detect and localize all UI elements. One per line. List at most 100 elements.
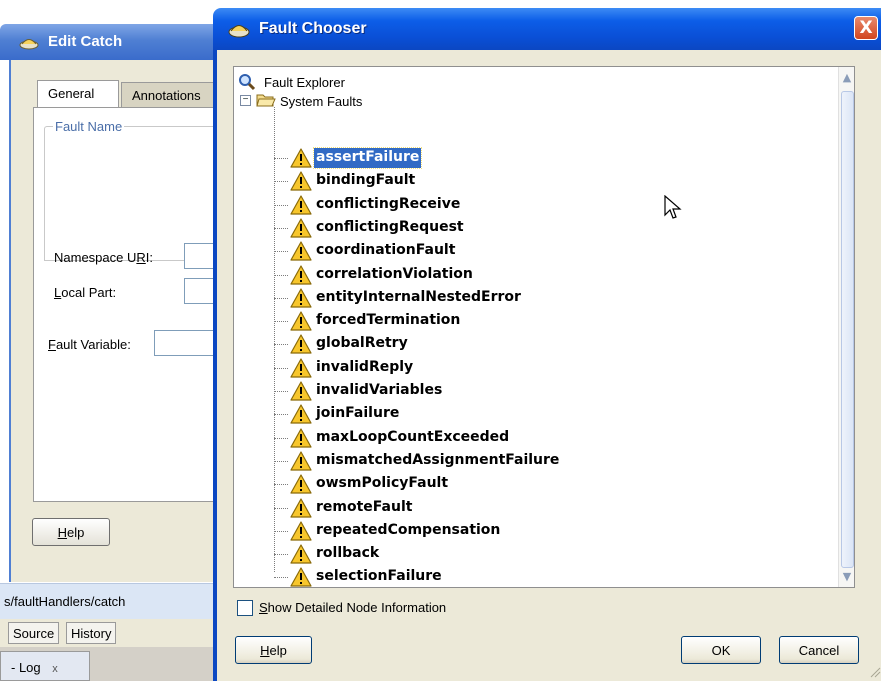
ok-button-label: OK <box>711 643 731 658</box>
tree-item-label: entityInternalNestedError <box>316 288 521 305</box>
warning-icon <box>290 474 312 494</box>
fault-variable-label-post: ault Variable: <box>55 337 131 352</box>
cancel-button-label: Cancel <box>798 643 840 658</box>
tree-guide-line <box>274 367 288 369</box>
warning-icon <box>290 497 312 518</box>
warning-icon <box>290 521 312 541</box>
edit-catch-body: General Annotations Fault Name Namespace… <box>9 60 234 582</box>
scrollbar-thumb[interactable] <box>841 91 854 568</box>
show-detail-text: how Detailed Node Information <box>267 600 447 615</box>
tree-item-label: joinFailure <box>316 405 400 422</box>
warning-icon <box>290 451 312 471</box>
warning-icon <box>290 218 312 238</box>
tab-source[interactable]: Source <box>8 622 60 644</box>
warning-icon <box>290 427 312 448</box>
fault-chooser-dialog: Fault Chooser X Fault Explorer − System … <box>213 8 881 681</box>
tree-item-label: remoteFault <box>316 498 413 515</box>
tree-guide-line <box>274 554 288 556</box>
tree-guide-line <box>274 158 288 159</box>
mouse-cursor-icon <box>664 195 682 219</box>
tree-guide-line <box>274 204 288 206</box>
tree-item-label: correlationViolation <box>316 265 473 282</box>
local-part-label-post: ocal Part: <box>61 285 117 300</box>
tree-item-label: mismatchedAssignmentFailure <box>316 451 560 468</box>
cancel-button[interactable]: Cancel <box>779 636 859 664</box>
tree-guide-line <box>274 107 275 572</box>
dialog-app-icon <box>19 39 39 50</box>
fault-chooser-titlebar[interactable]: Fault Chooser X <box>213 8 881 50</box>
tab-general[interactable]: General <box>37 80 119 108</box>
warning-icon <box>290 171 312 191</box>
warning-icon <box>290 544 312 564</box>
tree-guide-line <box>274 391 288 392</box>
tree-guide-line <box>274 437 288 439</box>
path-text: s/faultHandlers/catch <box>4 594 126 609</box>
tree-guide-line <box>274 274 288 276</box>
log-bar: - Log x <box>0 647 225 681</box>
tree-item-label: assertFailure <box>312 147 423 169</box>
tree-item-label: invalidReply <box>316 358 414 375</box>
tree-guide-line <box>274 321 288 323</box>
fault-variable-label-mnemonic: F <box>48 337 56 352</box>
tab-history[interactable]: History <box>66 622 117 644</box>
edit-catch-help-label: elp <box>67 525 85 540</box>
tree-guide-line <box>274 460 288 462</box>
tree-item-label: invalidVariables <box>316 382 443 398</box>
warning-icon <box>290 264 312 285</box>
tree-item-label: globalRetry <box>316 335 408 352</box>
tree-guide-line <box>274 344 288 346</box>
edit-catch-titlebar[interactable]: Edit Catch <box>0 24 225 60</box>
warning-icon <box>290 288 312 308</box>
close-icon[interactable]: X <box>854 16 878 40</box>
show-detail-mnemonic: S <box>259 600 268 615</box>
tree-guide-line <box>274 414 288 416</box>
tree-vertical-scrollbar[interactable]: ▲ ▼ <box>838 67 854 587</box>
tree-item-label: coordinationFault <box>316 242 456 259</box>
fault-tree[interactable]: Fault Explorer − System Faults assertFai… <box>233 66 855 588</box>
scroll-down-icon[interactable]: ▼ <box>840 570 854 584</box>
tree-folder-label: System Faults <box>280 94 363 109</box>
tree-guide-line <box>274 484 288 486</box>
resize-grip-icon[interactable] <box>865 662 881 678</box>
tree-guide-line <box>274 530 288 532</box>
warning-icon <box>290 567 312 587</box>
magnifier-icon <box>239 74 256 91</box>
general-panel: Fault Name Namespace URI: Local Part: Fa… <box>33 107 234 502</box>
dialog-app-icon <box>228 25 250 38</box>
folder-open-icon <box>256 94 276 107</box>
fault-chooser-title: Fault Chooser <box>259 20 367 37</box>
fault-variable-label: Fault Variable: <box>48 337 131 352</box>
tree-item-label: forcedTermination <box>316 312 461 329</box>
edit-catch-window: Edit Catch General Annotations Fault Nam… <box>0 0 234 681</box>
tree-item-label: owsmPolicyFault <box>316 475 449 492</box>
warning-icon <box>290 148 312 168</box>
show-detail-label: Show Detailed Node Information <box>259 600 446 615</box>
help-button[interactable]: Help <box>235 636 312 664</box>
namespace-uri-label: Namespace URI: <box>54 250 153 265</box>
tree-item-label: conflictingReceive <box>316 195 461 212</box>
fault-chooser-body: Fault Explorer − System Faults assertFai… <box>213 50 881 681</box>
ok-button[interactable]: OK <box>681 636 761 664</box>
tab-source-label: Source <box>13 626 55 641</box>
tree-guide-line <box>274 577 288 579</box>
namespace-label-pre: Namespace U <box>54 250 137 265</box>
tree-item-label: selectionFailure <box>316 568 442 585</box>
collapse-icon[interactable]: − <box>240 95 251 106</box>
edit-catch-help-button[interactable]: Help <box>32 518 110 546</box>
tree-guide-line <box>274 297 288 299</box>
tree-item-label: rollback <box>316 545 380 562</box>
warning-icon <box>290 358 312 378</box>
tree-guide-line <box>274 251 288 253</box>
editor-tabs-bar: Source History <box>0 619 225 647</box>
tree-root-label: Fault Explorer <box>264 75 345 90</box>
warning-icon <box>290 381 312 401</box>
checkbox-box[interactable] <box>237 600 253 616</box>
namespace-label-mnemonic: R <box>136 250 146 265</box>
log-tab[interactable]: - Log x <box>0 651 90 681</box>
tree-guide-line <box>274 507 288 509</box>
scroll-up-icon[interactable]: ▲ <box>840 71 854 85</box>
log-close-icon[interactable]: x <box>52 663 58 675</box>
warning-icon <box>290 334 312 354</box>
tab-history-label: History <box>71 626 112 641</box>
edit-catch-help-mnemonic: H <box>57 525 68 540</box>
